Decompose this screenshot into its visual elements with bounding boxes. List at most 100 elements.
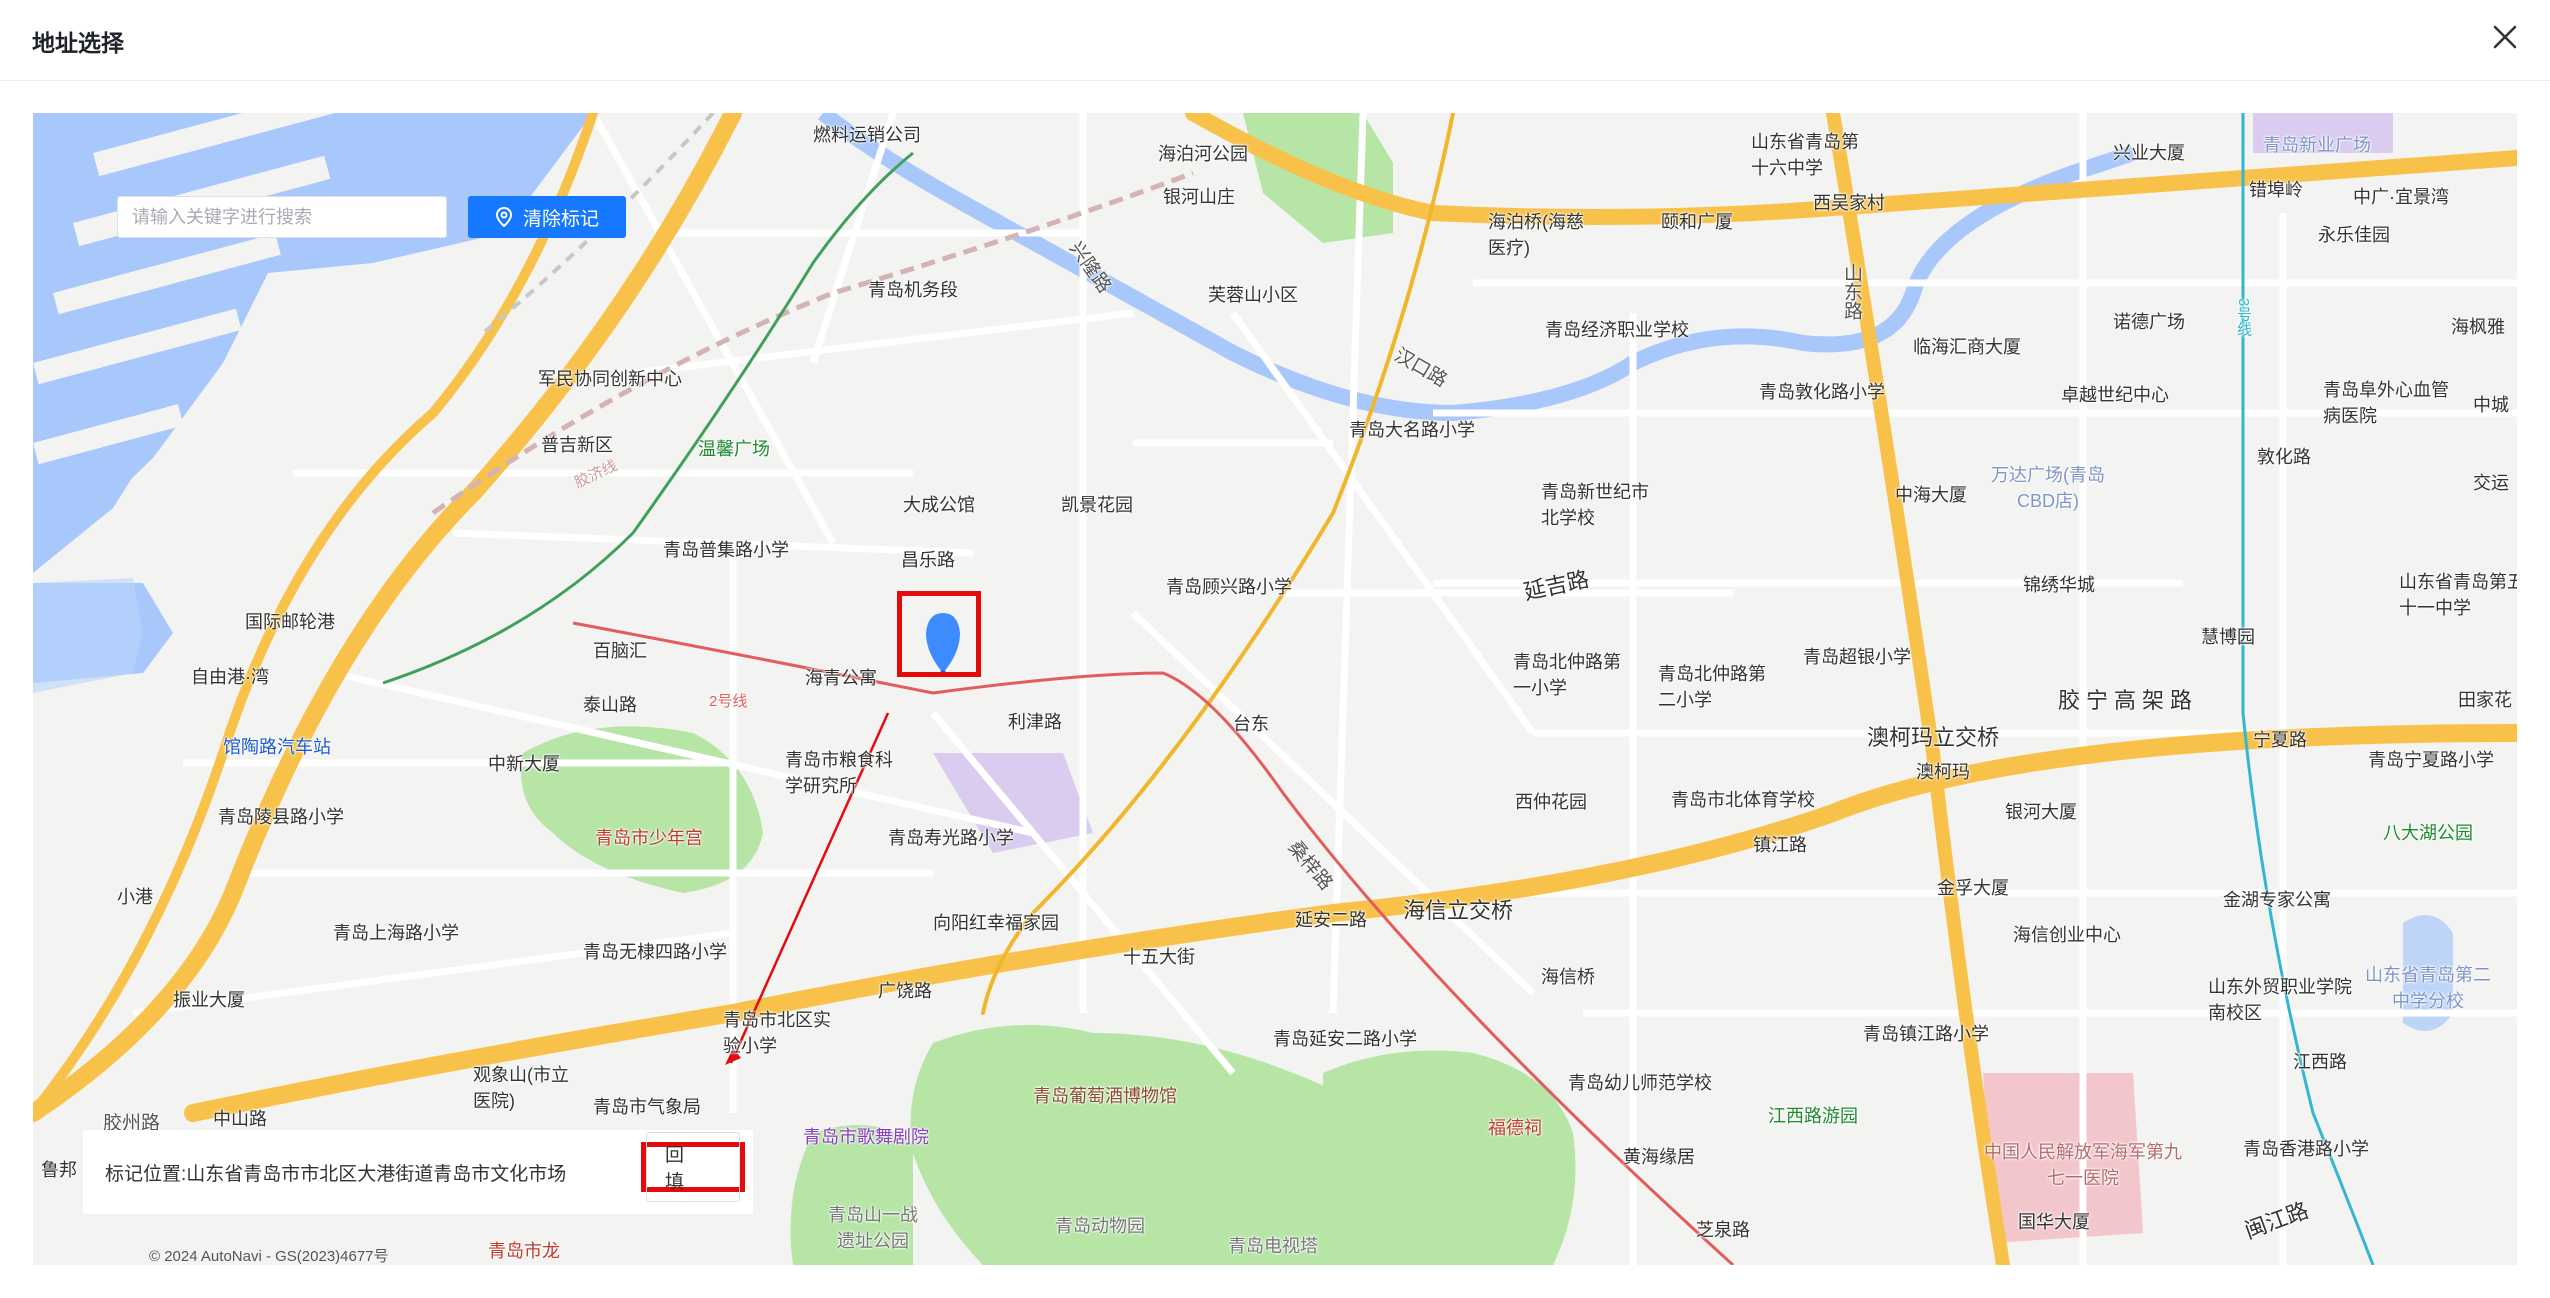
map-label: 小港 (117, 887, 153, 907)
map-label: 诺德广场 (2113, 312, 2185, 332)
map-label: 海信立交桥 (1403, 898, 1514, 923)
map-label: 自由港·湾 (191, 667, 269, 687)
map-label: 青岛陵县路小学 (218, 807, 344, 827)
map-label: 青岛北仲路第一小学 (1513, 652, 1621, 698)
map-label: 中山路 (213, 1109, 267, 1129)
map-label: 海泊桥(海慈医疗) (1488, 212, 1584, 258)
map-label: 燃料运销公司 (813, 125, 921, 145)
marker-info-panel: 标记位置:山东省青岛市市北区大港街道青岛市文化市场 回 填 (83, 1130, 753, 1214)
map-label: 青岛宁夏路小学 (2368, 750, 2494, 770)
map-label: 山东省青岛第五十一中学 (2399, 572, 2517, 618)
map-label: 万达广场(青岛CBD店) (1991, 465, 2105, 511)
map-label: 青岛电视塔 (1228, 1236, 1318, 1256)
map-label: 广饶路 (878, 981, 932, 1001)
map-label: 错埠岭 (2249, 180, 2303, 200)
map-label: 田家花 (2458, 690, 2512, 710)
map-label: 台东 (1233, 714, 1269, 734)
map-label: 澳柯玛立交桥 (1867, 725, 2000, 750)
map-label: 福德祠 (1488, 1118, 1542, 1138)
map-label: 卓越世纪中心 (2061, 385, 2169, 405)
map-label: 利津路 (1008, 712, 1062, 732)
map-label: 金孚大厦 (1937, 878, 2009, 898)
map-label: 百脑汇 (593, 641, 647, 661)
map-label: 青岛顾兴路小学 (1166, 577, 1292, 597)
map-road-label: 山东路 (1841, 263, 1862, 320)
map-label: 胶宁高架路 (2058, 688, 2199, 713)
map-label: 青岛市粮食科学研究所 (785, 750, 893, 796)
map-label: 八大湖公园 (2383, 823, 2473, 843)
map-label: 芙蓉山小区 (1208, 285, 1298, 305)
map-label: 海青公寓 (805, 668, 877, 688)
map-label: 中广·宜景湾 (2353, 187, 2449, 207)
map-label: 温馨广场 (698, 439, 770, 459)
location-pin-icon (495, 207, 512, 227)
map-label: 馆陶路汽车站 (223, 737, 331, 757)
map-label: 青岛新世纪市北学校 (1541, 482, 1649, 528)
map-label: 十五大街 (1123, 947, 1195, 967)
map-label: 银河山庄 (1163, 187, 1235, 207)
map-label: 兴业大厦 (2113, 143, 2185, 163)
clear-marker-label: 清除标记 (522, 208, 599, 230)
map-label: 海枫雅 (2451, 317, 2505, 337)
map-canvas[interactable]: 燃料运销公司 海泊河公园 银河山庄 兴业大厦 青岛新业广场 山东省青岛第十六中学… (33, 113, 2517, 1265)
map-label: 青岛大名路小学 (1349, 420, 1475, 440)
map-label: 银河大厦 (2005, 802, 2077, 822)
clear-marker-button[interactable]: 清除标记 (468, 196, 626, 238)
map-label: 青岛普集路小学 (663, 540, 789, 560)
map-label: 江西路 (2293, 1052, 2347, 1072)
map-label: 中国人民解放军海军第九七一医院 (1984, 1142, 2182, 1188)
map-label: 青岛上海路小学 (333, 923, 459, 943)
map-label: 黄海缘居 (1623, 1147, 1695, 1167)
map-label: 江西路游园 (1768, 1106, 1858, 1126)
marker-address: 山东省青岛市市北区大港街道青岛市文化市场 (186, 1164, 567, 1185)
map-label: 向阳红幸福家园 (933, 913, 1059, 933)
map-label: 西仲花园 (1515, 792, 1587, 812)
map-label: 青岛北仲路第二小学 (1658, 664, 1766, 710)
map-label: 中新大厦 (488, 754, 560, 774)
map-label: 中海大厦 (1895, 485, 1967, 505)
map-label: 海信创业中心 (2013, 925, 2121, 945)
map-label: 临海汇商大厦 (1913, 337, 2021, 357)
map-label: 金湖专家公寓 (2223, 890, 2331, 910)
map-label: 青岛幼儿师范学校 (1568, 1073, 1712, 1093)
map-label: 青岛动物园 (1055, 1216, 1145, 1236)
map-label: 交运 (2473, 473, 2509, 493)
map-label: 青岛超银小学 (1803, 647, 1911, 667)
map-label: 海泊河公园 (1158, 144, 1248, 164)
map-label: 振业大厦 (173, 990, 245, 1010)
metro-line-label: 2号线 (709, 693, 748, 710)
map-label: 镇江路 (1753, 835, 1807, 855)
dialog-header: 地址选择 (0, 0, 2550, 81)
map-label: 普吉新区 (541, 435, 613, 455)
map-label: 泰山路 (583, 695, 637, 715)
map-label: 鲁邦 (41, 1160, 77, 1180)
map-label: 青岛机务段 (868, 280, 958, 300)
map-label: 青岛经济职业学校 (1545, 320, 1689, 340)
map-label: 青岛市少年宫 (595, 828, 703, 848)
map-label: 颐和广厦 (1661, 212, 1733, 232)
map-label: 昌乐路 (901, 550, 955, 570)
marker-label: 标记位置: (105, 1164, 187, 1185)
map-label: 慧博园 (2201, 627, 2255, 647)
map-label: 芝泉路 (1696, 1220, 1750, 1240)
map-label: 延安二路 (1295, 910, 1367, 930)
map-label: 凯景花园 (1061, 495, 1133, 515)
map-label: 青岛新业广场 (2263, 135, 2371, 155)
map-label: 永乐佳园 (2318, 225, 2390, 245)
search-input[interactable] (117, 196, 447, 238)
map-label: 青岛市歌舞剧院 (803, 1127, 929, 1147)
map-label: 大成公馆 (903, 495, 975, 515)
dialog-title: 地址选择 (32, 30, 124, 56)
marker-address-text: 标记位置:山东省青岛市市北区大港街道青岛市文化市场 (105, 1159, 566, 1186)
metro-line-label: 3号线 (2235, 298, 2252, 337)
map-label: 中城 (2473, 395, 2509, 415)
map-label: 青岛无棣四路小学 (583, 942, 727, 962)
fill-back-button[interactable]: 回 填 (646, 1132, 740, 1202)
marker-highlight-box (897, 591, 981, 677)
close-icon[interactable] (2488, 20, 2522, 54)
map-label: 青岛延安二路小学 (1273, 1029, 1417, 1049)
map-copyright: © 2024 AutoNavi - GS(2023)4677号 (149, 1248, 389, 1265)
map-label: 青岛市北体育学校 (1671, 790, 1815, 810)
map-label: 青岛市气象局 (593, 1097, 701, 1117)
map-label: 海信桥 (1541, 967, 1595, 987)
